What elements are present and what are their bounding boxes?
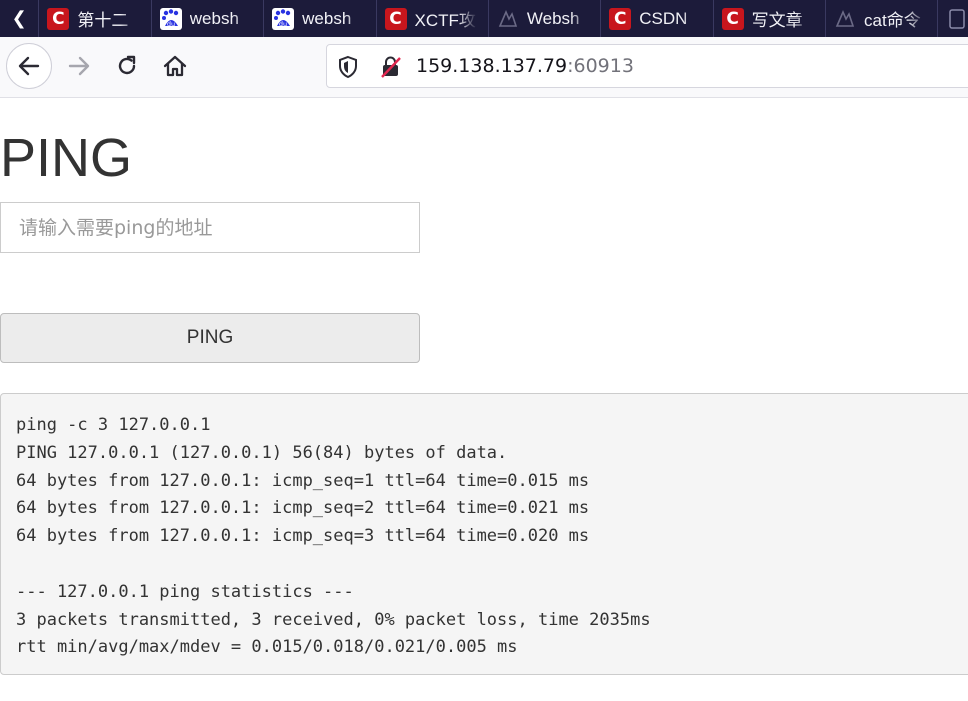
output-line: rtt min/avg/max/mdev = 0.015/0.018/0.021… <box>16 637 518 658</box>
baidu-icon: du <box>272 7 295 30</box>
reload-button[interactable] <box>104 43 150 89</box>
csdn-icon: C <box>47 7 70 30</box>
ping-output: ping -c 3 127.0.0.1 PING 127.0.0.1 (127.… <box>0 393 968 675</box>
tab-title: 写文章 <box>751 11 803 30</box>
browser-tab[interactable]: cat命令 <box>826 0 939 37</box>
ghost-icon <box>497 8 519 30</box>
tab-title: 第十二 <box>77 11 129 30</box>
output-line: 64 bytes from 127.0.0.1: icmp_seq=1 ttl=… <box>16 470 590 491</box>
ghost-icon <box>834 8 856 30</box>
csdn-icon: C <box>609 7 632 30</box>
navigation-toolbar: 159.138.137.79:60913 <box>0 37 968 98</box>
tab-strip: ❮ C 第十二 du websh du websh C XCTF攻 Websh … <box>0 0 968 37</box>
page-icon <box>946 8 968 30</box>
output-line: 64 bytes from 127.0.0.1: icmp_seq=2 ttl=… <box>16 498 590 519</box>
tab-scroll-left-button[interactable]: ❮ <box>0 0 40 37</box>
forward-button[interactable] <box>56 43 102 89</box>
tab-title: XCTF攻 <box>414 11 476 30</box>
svg-text:du: du <box>167 20 175 28</box>
home-icon <box>163 55 187 77</box>
back-button[interactable] <box>6 43 52 89</box>
insecure-lock-icon[interactable] <box>379 55 403 84</box>
output-line: --- 127.0.0.1 ping statistics --- <box>16 581 354 602</box>
browser-tab-partial[interactable] <box>938 0 968 37</box>
chevron-left-icon: ❮ <box>11 8 27 28</box>
tab-title: CSDN <box>639 8 688 28</box>
ping-address-input[interactable] <box>0 202 420 253</box>
page-title: PING <box>0 128 133 188</box>
url-port: :60913 <box>567 55 634 77</box>
browser-tab[interactable]: Websh <box>489 0 602 37</box>
arrow-left-icon <box>18 56 40 76</box>
tab-title: cat命令 <box>864 11 921 30</box>
reload-icon <box>118 55 136 75</box>
address-bar[interactable]: 159.138.137.79:60913 <box>326 44 968 88</box>
browser-tab[interactable]: C XCTF攻 <box>377 0 489 37</box>
tab-title: websh <box>189 8 239 28</box>
browser-tab[interactable]: C 第十二 <box>39 0 152 37</box>
csdn-icon: C <box>721 7 744 30</box>
arrow-right-icon <box>68 56 90 76</box>
browser-tab[interactable]: C CSDN <box>601 0 714 37</box>
output-line: ping -c 3 127.0.0.1 <box>16 415 211 435</box>
tab-title: websh <box>302 8 352 28</box>
shield-icon[interactable] <box>337 55 359 84</box>
tab-title: Websh <box>526 8 580 28</box>
output-line: PING 127.0.0.1 (127.0.0.1) 56(84) bytes … <box>16 442 508 463</box>
output-line: 64 bytes from 127.0.0.1: icmp_seq=3 ttl=… <box>16 526 590 547</box>
ping-button[interactable]: PING <box>0 313 420 363</box>
browser-tab[interactable]: du websh <box>152 0 265 37</box>
home-button[interactable] <box>152 43 198 89</box>
browser-tab[interactable]: du websh <box>264 0 377 37</box>
baidu-icon: du <box>159 7 182 30</box>
url-host: 159.138.137.79 <box>416 55 568 77</box>
output-line: 3 packets transmitted, 3 received, 0% pa… <box>16 609 651 630</box>
browser-tab[interactable]: C 写文章 <box>714 0 827 37</box>
csdn-icon: C <box>384 7 407 30</box>
svg-text:du: du <box>279 20 287 28</box>
url-text: 159.138.137.79:60913 <box>416 55 634 77</box>
